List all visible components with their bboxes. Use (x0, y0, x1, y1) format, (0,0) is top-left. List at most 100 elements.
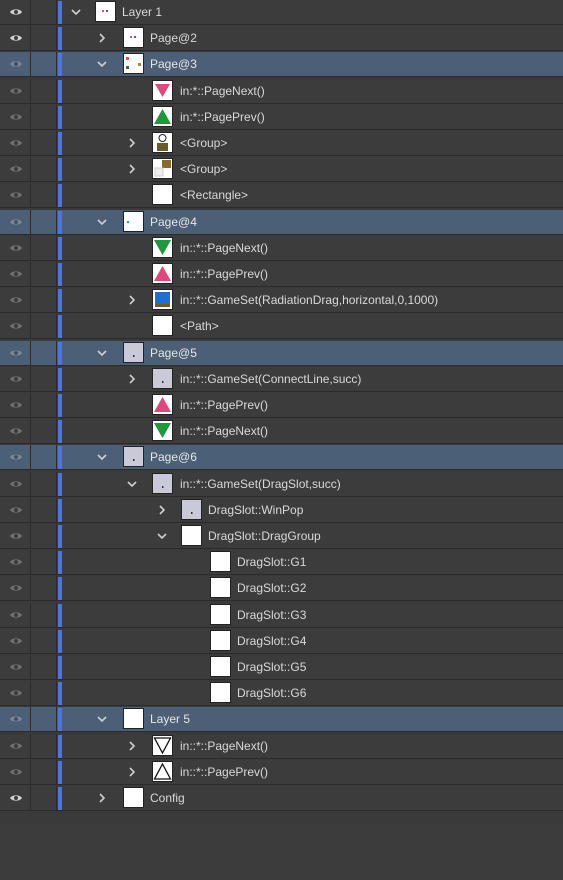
lock-toggle[interactable] (31, 655, 57, 680)
layer-name-label[interactable]: Layer 5 (150, 712, 190, 726)
visibility-eye-icon[interactable] (0, 550, 31, 576)
lock-toggle[interactable] (31, 340, 57, 366)
layer-name-label[interactable]: DragSlot::G6 (237, 686, 306, 700)
chevron-right-icon[interactable] (94, 30, 110, 46)
layer-row-layer-5[interactable]: Layer 5 (0, 707, 563, 733)
layer-name-label[interactable]: DragSlot::G2 (237, 581, 306, 595)
chevron-right-icon[interactable] (94, 790, 110, 806)
visibility-eye-icon[interactable] (0, 707, 31, 733)
visibility-eye-icon[interactable] (0, 576, 31, 602)
lock-toggle[interactable] (31, 707, 57, 733)
visibility-eye-icon[interactable] (0, 445, 31, 471)
layer-name-label[interactable]: DragSlot::WinPop (208, 503, 303, 517)
visibility-eye-icon[interactable] (0, 497, 31, 523)
lock-toggle[interactable] (31, 445, 57, 471)
layer-name-label[interactable]: Page@5 (150, 346, 197, 360)
visibility-eye-icon[interactable] (0, 786, 31, 811)
layer-row-config[interactable]: Config (0, 786, 563, 811)
chevron-down-icon[interactable] (154, 528, 170, 544)
chevron-down-icon[interactable] (94, 711, 110, 727)
visibility-eye-icon[interactable] (0, 393, 31, 418)
layer-row-page-4[interactable]: Page@4 (0, 209, 563, 235)
lock-toggle[interactable] (31, 393, 57, 418)
layer-row-pagenext[interactable]: in:*::PageNext() (0, 78, 563, 104)
visibility-eye-icon[interactable] (0, 131, 31, 156)
visibility-eye-icon[interactable] (0, 759, 31, 785)
lock-toggle[interactable] (31, 759, 57, 785)
layer-row-pagenext[interactable]: in::*::PageNext() (0, 235, 563, 261)
layer-name-label[interactable]: DragSlot::DragGroup (208, 529, 321, 543)
layer-name-label[interactable]: DragSlot::G5 (237, 660, 306, 674)
layer-name-label[interactable]: DragSlot::G4 (237, 634, 306, 648)
visibility-eye-icon[interactable] (0, 52, 31, 78)
visibility-eye-icon[interactable] (0, 681, 31, 707)
layer-name-label[interactable]: <Group> (180, 162, 227, 176)
layer-name-label[interactable]: in:*::PagePrev() (180, 110, 265, 124)
layer-row-dragslot-winpop[interactable]: DragSlot::WinPop (0, 497, 563, 523)
lock-toggle[interactable] (31, 733, 57, 759)
layer-row-gameset-radiation[interactable]: in::*::GameSet(RadiationDrag,horizontal,… (0, 288, 563, 314)
visibility-eye-icon[interactable] (0, 26, 31, 52)
visibility-eye-icon[interactable] (0, 262, 31, 287)
visibility-eye-icon[interactable] (0, 733, 31, 759)
layer-row-page-3[interactable]: Page@3 (0, 52, 563, 78)
lock-toggle[interactable] (31, 497, 57, 523)
layer-row-pagenext[interactable]: in::*::PageNext() (0, 419, 563, 445)
lock-toggle[interactable] (31, 471, 57, 497)
lock-toggle[interactable] (31, 786, 57, 811)
layer-row-page-5[interactable]: Page@5 (0, 340, 563, 366)
layer-name-label[interactable]: Config (150, 791, 185, 805)
lock-toggle[interactable] (31, 314, 57, 340)
lock-toggle[interactable] (31, 0, 57, 25)
layer-row-dragslot-g4[interactable]: DragSlot::G4 (0, 628, 563, 654)
visibility-eye-icon[interactable] (0, 471, 31, 497)
layer-row-layer-1[interactable]: Layer 1 (0, 0, 563, 25)
layer-name-label[interactable]: in::*::PagePrev() (180, 398, 268, 412)
layer-row-path[interactable]: <Path> (0, 314, 563, 340)
visibility-eye-icon[interactable] (0, 183, 31, 209)
chevron-down-icon[interactable] (94, 214, 110, 230)
layer-name-label[interactable]: Page@6 (150, 450, 197, 464)
lock-toggle[interactable] (31, 262, 57, 287)
lock-toggle[interactable] (31, 78, 57, 104)
visibility-eye-icon[interactable] (0, 340, 31, 366)
visibility-eye-icon[interactable] (0, 628, 31, 654)
layer-row-rectangle[interactable]: <Rectangle> (0, 183, 563, 209)
lock-toggle[interactable] (31, 288, 57, 314)
layer-row-group-2[interactable]: <Group> (0, 157, 563, 183)
chevron-right-icon[interactable] (124, 371, 140, 387)
layer-row-dragslot-g1[interactable]: DragSlot::G1 (0, 550, 563, 576)
layer-row-pageprev[interactable]: in:*::PagePrev() (0, 104, 563, 130)
lock-toggle[interactable] (31, 524, 57, 549)
chevron-right-icon[interactable] (124, 161, 140, 177)
lock-toggle[interactable] (31, 235, 57, 261)
chevron-right-icon[interactable] (124, 764, 140, 780)
chevron-right-icon[interactable] (124, 738, 140, 754)
layer-row-page-2[interactable]: Page@2 (0, 26, 563, 52)
layer-name-label[interactable]: <Path> (180, 319, 219, 333)
layer-name-label[interactable]: Page@2 (150, 31, 197, 45)
lock-toggle[interactable] (31, 131, 57, 156)
layer-row-dragslot-g2[interactable]: DragSlot::G2 (0, 576, 563, 602)
chevron-down-icon[interactable] (94, 56, 110, 72)
lock-toggle[interactable] (31, 550, 57, 576)
visibility-eye-icon[interactable] (0, 314, 31, 340)
visibility-eye-icon[interactable] (0, 235, 31, 261)
lock-toggle[interactable] (31, 602, 57, 628)
layer-row-gameset-dragslot[interactable]: in::*::GameSet(DragSlot,succ) (0, 471, 563, 497)
chevron-right-icon[interactable] (124, 292, 140, 308)
layer-row-pagenext[interactable]: in::*::PageNext() (0, 733, 563, 759)
layer-row-gameset-connectline[interactable]: in::*::GameSet(ConnectLine,succ) (0, 366, 563, 392)
visibility-eye-icon[interactable] (0, 419, 31, 445)
lock-toggle[interactable] (31, 104, 57, 130)
layer-row-pageprev[interactable]: in::*::PagePrev() (0, 393, 563, 418)
lock-toggle[interactable] (31, 157, 57, 183)
lock-toggle[interactable] (31, 52, 57, 78)
layer-name-label[interactable]: in::*::GameSet(RadiationDrag,horizontal,… (180, 293, 438, 307)
chevron-down-icon[interactable] (94, 345, 110, 361)
layer-name-label[interactable]: DragSlot::G3 (237, 608, 306, 622)
chevron-right-icon[interactable] (124, 135, 140, 151)
chevron-right-icon[interactable] (154, 502, 170, 518)
layer-name-label[interactable]: <Group> (180, 136, 227, 150)
layer-name-label[interactable]: in::*::GameSet(ConnectLine,succ) (180, 372, 361, 386)
